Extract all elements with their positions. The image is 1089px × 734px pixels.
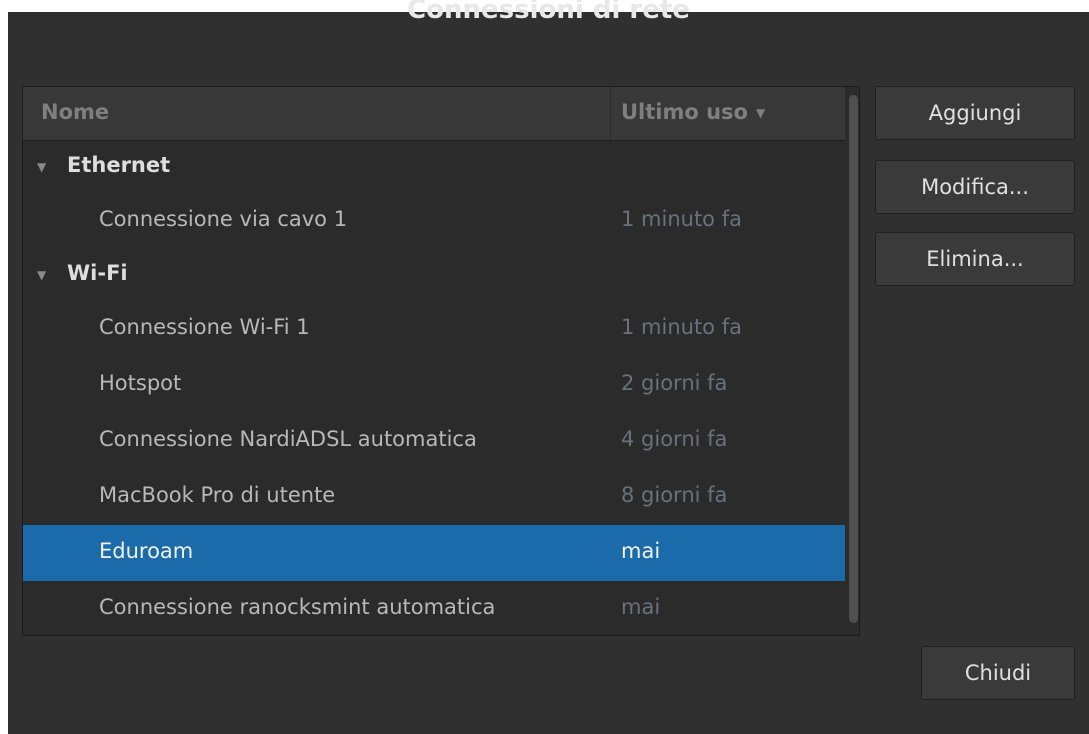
column-header-last-used-label: Ultimo uso: [621, 100, 748, 124]
group-row-ethernet[interactable]: ▼ Ethernet: [23, 141, 845, 193]
connections-list[interactable]: Nome Ultimo uso ▼ ▼ Ethernet Connessione …: [22, 86, 860, 636]
window-title: Connessioni di rete: [407, 0, 690, 25]
connection-last-used: 1 minuto fa: [621, 315, 742, 339]
connection-last-used: mai: [621, 539, 661, 563]
network-connections-window: Connessioni di rete Nome Ultimo uso ▼ ▼ E…: [8, 0, 1089, 734]
connection-row[interactable]: Connessione NardiADSL automatica 4 giorn…: [23, 413, 845, 469]
connection-row-selected[interactable]: Eduroam mai: [23, 525, 845, 581]
list-header: Nome Ultimo uso ▼: [23, 87, 845, 141]
connection-last-used: 4 giorni fa: [621, 427, 728, 451]
connection-last-used: 2 giorni fa: [621, 371, 728, 395]
connection-name: Connessione via cavo 1: [99, 207, 348, 231]
triangle-down-icon[interactable]: ▼: [37, 268, 46, 282]
edit-button[interactable]: Modifica...: [875, 160, 1075, 214]
group-label: Wi-Fi: [67, 261, 128, 285]
group-row-wifi[interactable]: ▼ Wi-Fi: [23, 249, 845, 301]
triangle-down-icon[interactable]: ▼: [37, 160, 46, 174]
connection-name: Connessione ranocksmint automatica: [99, 595, 496, 619]
connection-last-used: 1 minuto fa: [621, 207, 742, 231]
delete-button[interactable]: Elimina...: [875, 232, 1075, 286]
connection-row[interactable]: MacBook Pro di utente 8 giorni fa: [23, 469, 845, 525]
sort-descending-icon: ▼: [755, 106, 766, 120]
connection-rows: ▼ Ethernet Connessione via cavo 1 1 minu…: [23, 141, 845, 637]
connection-row[interactable]: Connessione ranocksmint automatica mai: [23, 581, 845, 637]
column-header-name[interactable]: Nome: [41, 100, 109, 124]
group-label: Ethernet: [67, 153, 171, 177]
connection-name: Hotspot: [99, 371, 182, 395]
column-header-last-used[interactable]: Ultimo uso ▼: [621, 100, 765, 124]
connection-last-used: mai: [621, 595, 661, 619]
connection-name: Connessione Wi-Fi 1: [99, 315, 310, 339]
connection-last-used: 8 giorni fa: [621, 483, 728, 507]
add-button[interactable]: Aggiungi: [875, 86, 1075, 140]
connection-name: MacBook Pro di utente: [99, 483, 336, 507]
connection-name: Eduroam: [99, 539, 194, 563]
connection-row[interactable]: Connessione Wi-Fi 1 1 minuto fa: [23, 301, 845, 357]
connection-row[interactable]: Hotspot 2 giorni fa: [23, 357, 845, 413]
connection-name: Connessione NardiADSL automatica: [99, 427, 477, 451]
list-scrollbar[interactable]: [849, 95, 858, 623]
column-separator: [610, 87, 611, 140]
close-button[interactable]: Chiudi: [921, 646, 1075, 700]
connection-row[interactable]: Connessione via cavo 1 1 minuto fa: [23, 193, 845, 249]
